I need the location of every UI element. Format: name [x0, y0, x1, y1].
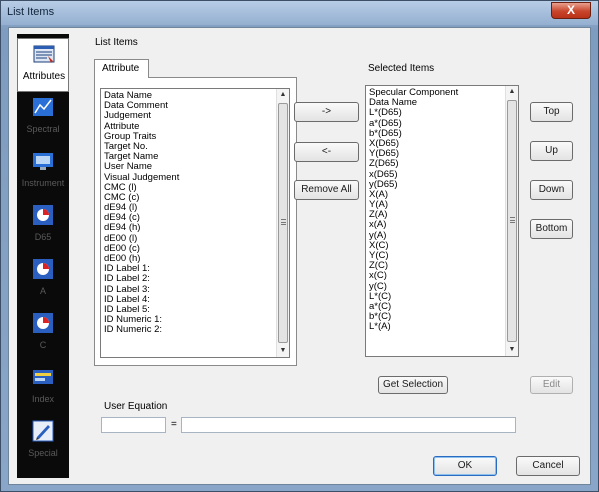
category-sidebar: Attributes Spectral Instrument D65 A C I…: [17, 34, 69, 478]
sidebar-item-label: Spectral: [26, 124, 60, 134]
selected-list-scrollbar[interactable]: ▲ ▼: [505, 86, 518, 356]
scroll-down-arrow-icon[interactable]: ▼: [506, 344, 518, 356]
special-icon: [32, 420, 54, 442]
remove-all-button[interactable]: Remove All: [294, 180, 359, 200]
equation-name-input[interactable]: [101, 417, 166, 433]
scroll-up-arrow-icon[interactable]: ▲: [506, 86, 518, 98]
list-item[interactable]: Y(C): [366, 250, 518, 261]
attributes-icon: [33, 45, 55, 63]
available-list-scrollbar[interactable]: ▲ ▼: [276, 89, 289, 357]
sidebar-item-index[interactable]: Index: [17, 362, 69, 416]
available-items-list[interactable]: Data Name Data Comment Judgement Attribute G…: [100, 88, 290, 358]
list-item[interactable]: x(A): [366, 220, 518, 230]
index-icon: [33, 370, 53, 384]
ok-button[interactable]: OK: [433, 456, 497, 476]
equation-expression-input[interactable]: [181, 417, 516, 433]
sidebar-item-spectral[interactable]: Spectral: [17, 92, 69, 146]
illuminant-a-icon: [33, 259, 53, 279]
sidebar-item-a[interactable]: A: [17, 254, 69, 308]
sidebar-item-label: Special: [28, 448, 58, 458]
list-item[interactable]: y(D65): [366, 179, 518, 190]
sidebar-item-label: Index: [31, 394, 55, 404]
scroll-thumb[interactable]: [507, 100, 517, 342]
list-item[interactable]: Z(A): [366, 210, 518, 220]
list-item[interactable]: ID Numeric 2:: [101, 325, 289, 335]
move-top-button[interactable]: Top: [530, 102, 573, 122]
selected-items-label: Selected Items: [368, 63, 435, 74]
sidebar-item-attributes[interactable]: Attributes: [17, 38, 69, 92]
edit-button[interactable]: Edit: [530, 376, 573, 394]
remove-item-button[interactable]: <-: [294, 142, 359, 162]
sidebar-item-label: A: [39, 286, 46, 296]
close-button[interactable]: X: [551, 2, 591, 19]
scroll-up-arrow-icon[interactable]: ▲: [277, 89, 289, 101]
list-item[interactable]: Y(A): [366, 199, 518, 210]
scroll-down-arrow-icon[interactable]: ▼: [277, 345, 289, 357]
sidebar-item-label: Attributes: [22, 71, 66, 82]
list-item[interactable]: Z(C): [366, 260, 518, 271]
list-item[interactable]: x(C): [366, 271, 518, 281]
scroll-thumb[interactable]: [278, 103, 288, 343]
sidebar-item-instrument[interactable]: Instrument: [17, 146, 69, 200]
move-up-button[interactable]: Up: [530, 141, 573, 161]
sidebar-item-c[interactable]: C: [17, 308, 69, 362]
sidebar-item-label: C: [39, 340, 47, 350]
tab-label: Attribute: [102, 63, 140, 74]
dialog-client-area: Attributes Spectral Instrument D65 A C I…: [8, 27, 591, 485]
sidebar-item-d65[interactable]: D65: [17, 200, 69, 254]
list-items-dialog: List Items X Attributes Spectral Instrum…: [0, 0, 599, 492]
tab-attribute[interactable]: Attribute: [94, 59, 149, 78]
move-down-button[interactable]: Down: [530, 180, 573, 200]
illuminant-d65-icon: [33, 205, 53, 225]
move-bottom-button[interactable]: Bottom: [530, 219, 573, 239]
sidebar-item-special[interactable]: Special: [17, 416, 69, 470]
attribute-tab-panel: Data Name Data Comment Judgement Attribute G…: [94, 77, 297, 366]
list-item[interactable]: L*(A): [366, 322, 518, 332]
list-item[interactable]: Z(D65): [366, 159, 518, 169]
sidebar-item-label: Instrument: [21, 178, 65, 188]
window-title: List Items: [7, 6, 55, 18]
selected-items-list[interactable]: Specular Component Data Name L*(D65) a*(D65…: [365, 85, 519, 357]
equals-sign: =: [171, 419, 177, 430]
list-item[interactable]: y(A): [366, 230, 518, 241]
spectral-icon: [33, 98, 53, 116]
sidebar-item-label: D65: [34, 232, 52, 242]
get-selection-button[interactable]: Get Selection: [378, 376, 448, 394]
list-item[interactable]: User Name: [101, 162, 289, 172]
user-equation-label: User Equation: [104, 401, 168, 412]
list-item[interactable]: X(A): [366, 189, 518, 200]
add-item-button[interactable]: ->: [294, 102, 359, 122]
instrument-icon: [33, 153, 53, 170]
list-item[interactable]: X(C): [366, 240, 518, 251]
title-bar[interactable]: List Items X: [1, 1, 598, 25]
illuminant-c-icon: [33, 313, 53, 333]
cancel-button[interactable]: Cancel: [516, 456, 580, 476]
section-label: List Items: [95, 37, 138, 48]
